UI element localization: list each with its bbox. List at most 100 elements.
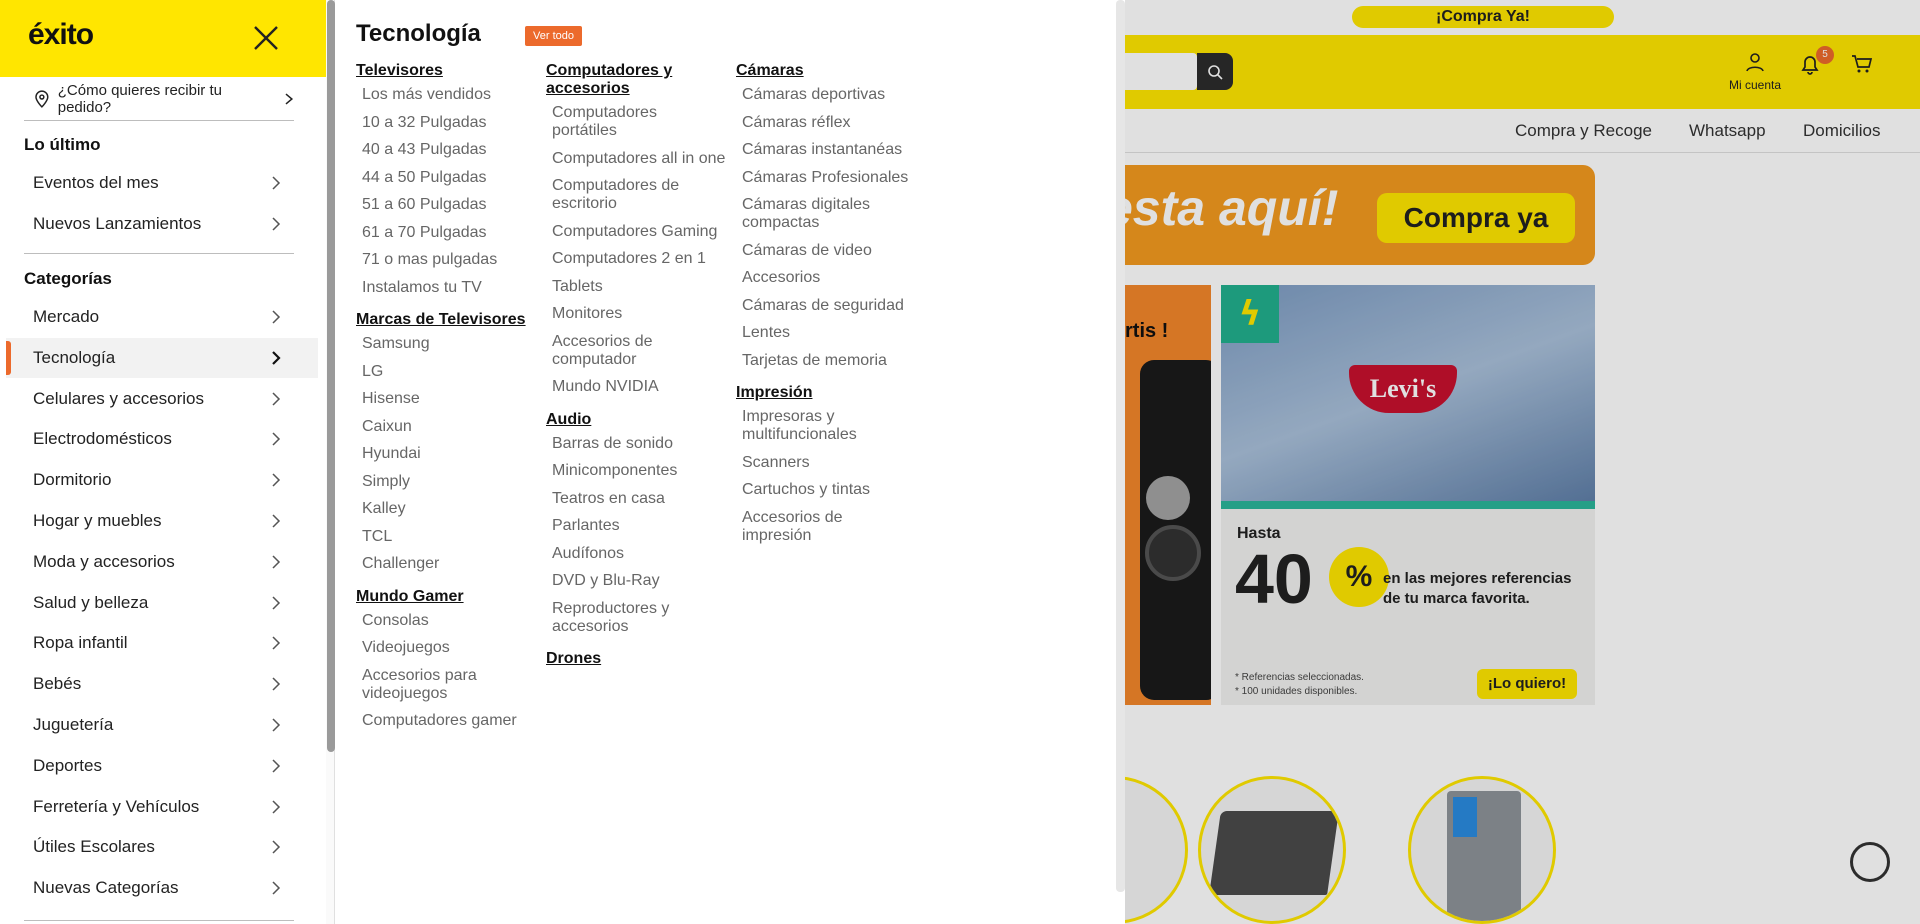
active-indicator xyxy=(6,340,11,375)
menu-group-title[interactable]: Drones xyxy=(546,650,726,668)
menu-link[interactable]: Teatros en casa xyxy=(546,490,726,508)
sidebar-item-label: Tecnología xyxy=(33,347,116,367)
menu-link[interactable]: Accesorios de impresión xyxy=(736,509,916,545)
menu-link[interactable]: Barras de sonido xyxy=(546,435,726,453)
chevron-right-icon xyxy=(268,309,284,325)
sidebar-item-label: Hogar y muebles xyxy=(33,511,162,530)
menu-group-title[interactable]: Computadores y accesorios xyxy=(546,62,726,98)
menu-link[interactable]: Consolas xyxy=(356,612,536,630)
menu-link[interactable]: Computadores 2 en 1 xyxy=(546,250,726,268)
sidebar-item-category-0[interactable]: Mercado xyxy=(6,297,318,337)
menu-link[interactable]: Accesorios de computador xyxy=(546,333,726,369)
ver-todo-button[interactable]: Ver todo xyxy=(525,26,582,46)
section-categorias: Categorías xyxy=(24,269,112,288)
menu-link[interactable]: Samsung xyxy=(356,335,536,353)
chevron-right-icon xyxy=(268,472,284,488)
menu-link[interactable]: Computadores gamer xyxy=(356,712,536,730)
menu-link[interactable]: Cámaras deportivas xyxy=(736,86,916,104)
sidebar-item-latest-0[interactable]: Eventos del mes xyxy=(6,163,318,203)
menu-link[interactable]: Audífonos xyxy=(546,545,726,563)
sidebar-item-label: Eventos del mes xyxy=(33,173,159,192)
menu-group-title[interactable]: Cámaras xyxy=(736,62,916,80)
delivery-selector[interactable]: ¿Cómo quieres recibir tu pedido? xyxy=(34,82,294,116)
menu-link[interactable]: Impresoras y multifuncionales xyxy=(736,408,916,444)
menu-link[interactable]: 40 a 43 Pulgadas xyxy=(356,141,536,159)
menu-link[interactable]: Computadores Gaming xyxy=(546,223,726,241)
sidebar-item-category-14[interactable]: Nuevas Categorías xyxy=(6,868,318,908)
close-menu-button[interactable] xyxy=(249,21,283,55)
tecnologia-menu-panel: Tecnología Ver todo Televisores Los más v… xyxy=(335,0,1125,924)
menu-link[interactable]: Kalley xyxy=(356,500,536,518)
menu-link[interactable]: Computadores portátiles xyxy=(546,104,726,140)
menu-link[interactable]: Scanners xyxy=(736,454,916,472)
menu-link[interactable]: Cámaras de seguridad xyxy=(736,297,916,315)
chevron-right-icon xyxy=(268,175,284,191)
chevron-right-icon xyxy=(268,717,284,733)
menu-link[interactable]: 71 o mas pulgadas xyxy=(356,251,536,269)
menu-group-title[interactable]: Marcas de Televisores xyxy=(356,311,536,329)
menu-link[interactable]: Tablets xyxy=(546,278,726,296)
menu-group-title[interactable]: Televisores xyxy=(356,62,536,80)
menu-link[interactable]: Accesorios para videojuegos xyxy=(356,667,536,703)
sidebar-item-category-2[interactable]: Celulares y accesorios xyxy=(6,379,318,419)
sidebar-item-category-13[interactable]: Útiles Escolares xyxy=(6,827,318,867)
menu-link[interactable]: 10 a 32 Pulgadas xyxy=(356,114,536,132)
sidebar-item-label: Ropa infantil xyxy=(33,633,128,653)
sidebar-item-category-9[interactable]: Bebés xyxy=(6,664,318,704)
sidebar-item-label: Útiles Escolares xyxy=(33,837,155,857)
menu-link[interactable]: 61 a 70 Pulgadas xyxy=(356,224,536,242)
chevron-right-icon xyxy=(268,554,284,570)
menu-link[interactable]: Accesorios xyxy=(736,269,916,287)
menu-link[interactable]: Cámaras Profesionales xyxy=(736,169,916,187)
menu-link[interactable]: Cámaras digitales compactas xyxy=(736,196,916,232)
sidebar-item-category-11[interactable]: Deportes xyxy=(6,746,318,786)
sidebar-item-latest-1[interactable]: Nuevos Lanzamientos xyxy=(6,204,318,244)
menu-link[interactable]: Cartuchos y tintas xyxy=(736,481,916,499)
menu-link[interactable]: Tarjetas de memoria xyxy=(736,352,916,370)
menu-link[interactable]: DVD y Blu-Ray xyxy=(546,572,726,590)
menu-link[interactable]: Computadores de escritorio xyxy=(546,177,726,213)
menu-link[interactable]: Mundo NVIDIA xyxy=(546,378,726,396)
menu-link[interactable]: Monitores xyxy=(546,305,726,323)
sidebar-item-category-3[interactable]: Electrodomésticos xyxy=(6,419,318,459)
sidebar-scrollbar-thumb[interactable] xyxy=(327,0,335,752)
sidebar-item-category-12[interactable]: Ferretería y Vehículos xyxy=(6,787,318,827)
menu-link[interactable]: Lentes xyxy=(736,324,916,342)
menu-link[interactable]: Simply xyxy=(356,473,536,491)
sidebar-item-category-1[interactable]: Tecnología xyxy=(6,337,318,378)
menu-group-title[interactable]: Impresión xyxy=(736,384,916,402)
menu-link[interactable]: TCL xyxy=(356,528,536,546)
sidebar-item-label: Electrodomésticos xyxy=(33,429,172,449)
menu-link[interactable]: Computadores all in one xyxy=(546,150,726,168)
menu-link[interactable]: Cámaras réflex xyxy=(736,114,916,132)
menu-group-title[interactable]: Mundo Gamer xyxy=(356,588,536,606)
menu-link[interactable]: Cámaras de video xyxy=(736,242,916,260)
menu-link[interactable]: Videojuegos xyxy=(356,639,536,657)
menu-link[interactable]: Hyundai xyxy=(356,445,536,463)
menu-link[interactable]: LG xyxy=(356,363,536,381)
chevron-right-icon xyxy=(268,880,284,896)
sidebar-item-category-8[interactable]: Ropa infantil xyxy=(6,623,318,663)
sidebar-item-category-6[interactable]: Moda y accesorios xyxy=(6,542,318,582)
sidebar-item-category-10[interactable]: Juguetería xyxy=(6,705,318,745)
menu-link[interactable]: 44 a 50 Pulgadas xyxy=(356,169,536,187)
sidebar-item-category-5[interactable]: Hogar y muebles xyxy=(6,501,318,541)
menu-link[interactable]: Challenger xyxy=(356,555,536,573)
menu-link[interactable]: Los más vendidos xyxy=(356,86,536,104)
sidebar-item-category-7[interactable]: Salud y belleza xyxy=(6,583,318,623)
panel-scrollbar[interactable] xyxy=(1116,0,1125,892)
menu-group-title[interactable]: Audio xyxy=(546,411,726,429)
exito-logo[interactable]: éxito xyxy=(28,18,94,58)
menu-link[interactable]: Instalamos tu TV xyxy=(356,279,536,297)
menu-link[interactable]: Hisense xyxy=(356,390,536,408)
chevron-right-icon xyxy=(268,431,284,447)
menu-link[interactable]: Reproductores y accesorios xyxy=(546,600,726,636)
sidebar-item-label: Nuevas Categorías xyxy=(33,878,179,898)
menu-link[interactable]: 51 a 60 Pulgadas xyxy=(356,196,536,214)
sidebar-item-category-4[interactable]: Dormitorio xyxy=(6,460,318,500)
menu-link[interactable]: Minicomponentes xyxy=(546,462,726,480)
menu-link[interactable]: Caixun xyxy=(356,418,536,436)
menu-link[interactable]: Parlantes xyxy=(546,517,726,535)
menu-link[interactable]: Cámaras instantanéas xyxy=(736,141,916,159)
